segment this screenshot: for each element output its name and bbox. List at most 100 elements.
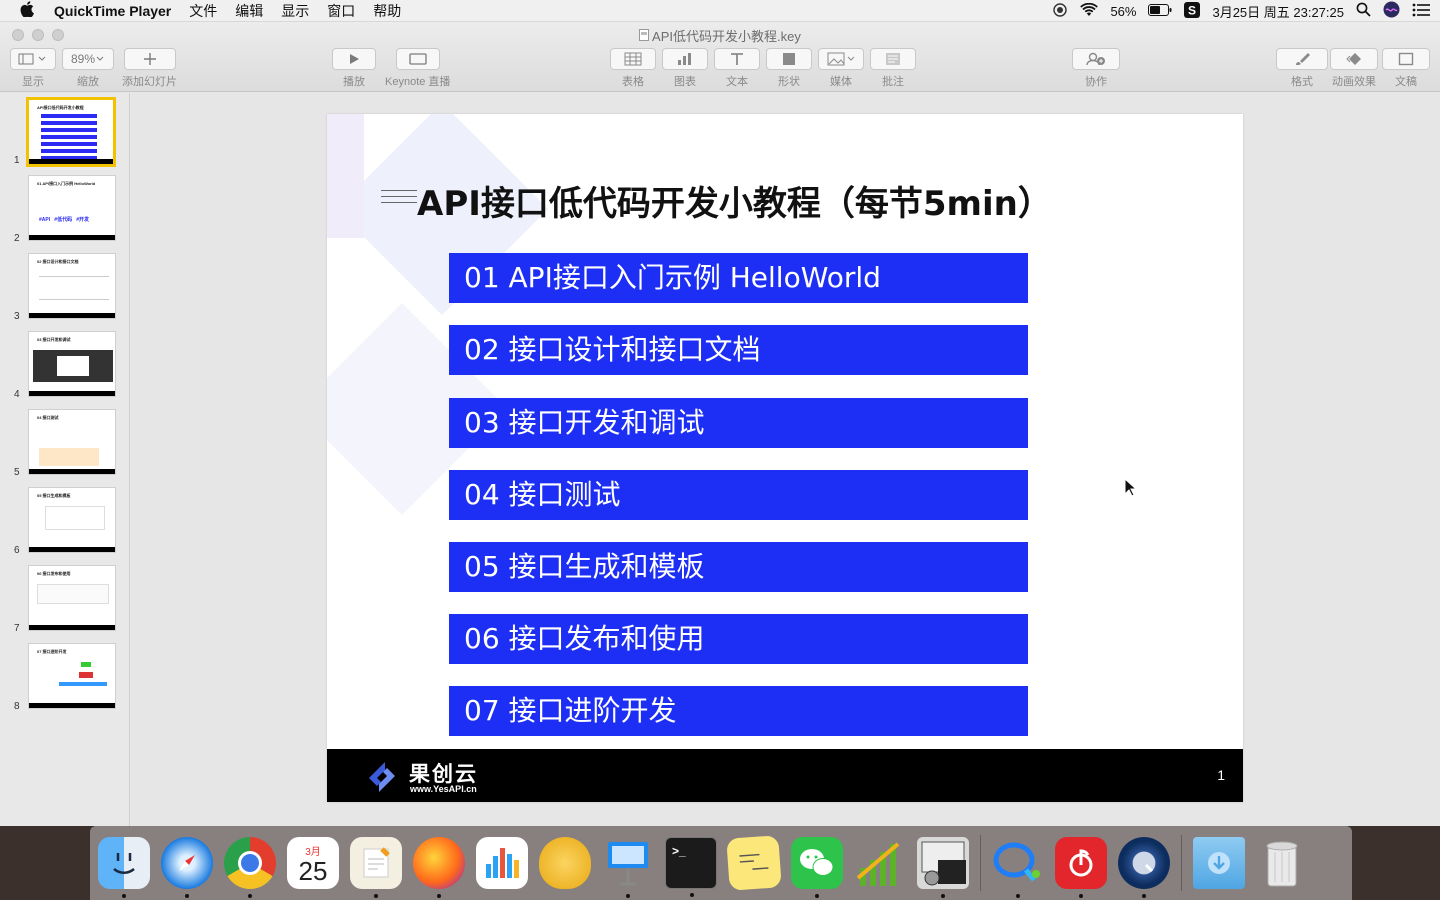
thumbnail-node — [79, 672, 93, 678]
format-tool[interactable]: 格式 — [1276, 48, 1328, 89]
slide-thumbnail-7[interactable]: 06 接口发布和使用 — [28, 565, 116, 631]
thumbnail-footer — [29, 159, 113, 164]
finder-icon[interactable] — [98, 837, 150, 898]
firefox-icon[interactable] — [413, 837, 465, 898]
stickies-icon[interactable] — [726, 835, 782, 891]
chat-bubbles-icon[interactable] — [992, 837, 1044, 898]
dock: 3月 25 >_ — [90, 826, 1352, 900]
text-tool[interactable]: 文本 — [714, 48, 760, 89]
menu-help[interactable]: 帮助 — [373, 1, 401, 21]
record-status-icon[interactable] — [1052, 2, 1068, 21]
chrome-icon[interactable] — [224, 837, 276, 898]
slide-title[interactable]: API接口低代码开发小教程（每节5min） — [417, 176, 1052, 225]
slide-1[interactable]: API接口低代码开发小教程（每节5min） 01 API接口入门示例 Hello… — [327, 114, 1243, 802]
format-button[interactable] — [1276, 48, 1328, 70]
keynote-live-tool[interactable]: Keynote 直播 — [385, 48, 450, 89]
collaborate-button[interactable] — [1072, 48, 1120, 70]
lesson-item-05[interactable]: 05 接口生成和模板 — [449, 542, 1028, 592]
media-button[interactable] — [818, 48, 864, 70]
menu-file[interactable]: 文件 — [189, 1, 217, 21]
menu-edit[interactable]: 编辑 — [235, 1, 263, 21]
thumbnail-form — [45, 506, 105, 530]
add-slide-button[interactable] — [123, 48, 176, 70]
slide-thumbnail-8[interactable]: 07 接口进阶开发 — [28, 643, 116, 709]
animate-tool[interactable]: 动画效果 — [1330, 48, 1378, 89]
thumbnail-footer — [29, 547, 115, 552]
thumbnail-title: 07 接口进阶开发 — [37, 649, 67, 654]
slide-thumbnail-6[interactable]: 05 接口生成和模板 — [28, 487, 116, 553]
numbers-icon[interactable] — [476, 837, 528, 889]
slide-thumbnail-5[interactable]: 04 接口测试 — [28, 409, 116, 475]
document-button[interactable] — [1382, 48, 1430, 70]
thumbnail-title: 05 接口生成和模板 — [37, 493, 71, 498]
battery-percent[interactable]: 56% — [1110, 4, 1136, 19]
play-button[interactable] — [332, 48, 376, 70]
slide-thumbnail-2[interactable]: 01 API接口入门示例 HelloWorld #API #低代码 #开发 — [28, 175, 116, 241]
view-button[interactable] — [10, 48, 56, 70]
text-button[interactable] — [714, 48, 760, 70]
slide-number-1: 1 — [14, 155, 20, 166]
menu-window[interactable]: 窗口 — [327, 1, 355, 21]
thumbnail-bar — [41, 114, 97, 118]
menu-view[interactable]: 显示 — [281, 1, 309, 21]
zoom-tool[interactable]: 89% 缩放 — [62, 48, 114, 89]
thumbnail-title: 02 接口设计和接口文档 — [37, 259, 79, 264]
chart-button[interactable] — [662, 48, 708, 70]
app-name-menu[interactable]: QuickTime Player — [54, 3, 171, 19]
pages-icon[interactable] — [350, 837, 402, 898]
downloads-folder-icon[interactable] — [1193, 837, 1245, 889]
slide-number-8: 8 — [14, 701, 20, 712]
notification-center-icon[interactable] — [1412, 3, 1430, 20]
shape-tool[interactable]: 形状 — [766, 48, 812, 89]
thumbnail-bar — [41, 128, 97, 132]
terminal-icon[interactable]: >_ — [665, 837, 717, 897]
screen-capture-icon[interactable] — [917, 837, 969, 898]
wifi-icon[interactable] — [1080, 2, 1099, 20]
lesson-item-02[interactable]: 02 接口设计和接口文档 — [449, 325, 1028, 375]
media-tool[interactable]: 媒体 — [818, 48, 864, 89]
lesson-item-03[interactable]: 03 接口开发和调试 — [449, 398, 1028, 448]
siri-icon[interactable] — [1383, 1, 1400, 21]
lesson-item-01[interactable]: 01 API接口入门示例 HelloWorld — [449, 253, 1028, 303]
collaborate-tool[interactable]: 协作 — [1072, 48, 1120, 89]
table-button[interactable] — [610, 48, 656, 70]
clock-datetime[interactable]: 3月25日 周五 23:27:25 — [1212, 2, 1344, 21]
dock-separator — [980, 835, 981, 891]
trash-icon[interactable] — [1256, 837, 1308, 889]
lesson-item-04[interactable]: 04 接口测试 — [449, 470, 1028, 520]
netease-music-icon[interactable] — [1055, 837, 1107, 898]
view-tool[interactable]: 显示 — [10, 48, 56, 89]
quicktime-icon[interactable] — [1118, 837, 1170, 898]
lesson-item-07[interactable]: 07 接口进阶开发 — [449, 686, 1028, 736]
keynote-live-button[interactable] — [395, 48, 440, 70]
play-tool[interactable]: 播放 — [332, 48, 376, 89]
battery-icon[interactable] — [1148, 3, 1172, 19]
zoom-select[interactable]: 89% — [62, 48, 114, 70]
lesson-item-06[interactable]: 06 接口发布和使用 — [449, 614, 1028, 664]
shape-button[interactable] — [766, 48, 812, 70]
chart-tool[interactable]: 图表 — [662, 48, 708, 89]
toolbar: API低代码开发小教程.key 显示 89% 缩放 添加幻灯片 播放 Keyno… — [0, 22, 1440, 92]
slide-thumbnail-3[interactable]: 02 接口设计和接口文档 — [28, 253, 116, 319]
document-tool[interactable]: 文稿 — [1382, 48, 1430, 89]
yellow-app-icon[interactable] — [539, 837, 591, 889]
keynote-icon[interactable] — [602, 837, 654, 898]
animate-button[interactable] — [1330, 48, 1378, 70]
wechat-icon[interactable] — [791, 837, 843, 898]
table-tool[interactable]: 表格 — [610, 48, 656, 89]
input-method-icon[interactable]: S — [1184, 1, 1201, 21]
safari-icon[interactable] — [161, 837, 213, 898]
add-slide-tool[interactable]: 添加幻灯片 — [122, 48, 177, 89]
thumbnail-title: API接口低代码开发小教程 — [37, 105, 84, 110]
comment-tool[interactable]: 批注 — [870, 48, 916, 89]
keynote-file-icon — [639, 29, 652, 44]
apple-menu-icon[interactable] — [20, 0, 40, 21]
animate-diamond-icon — [1346, 53, 1361, 65]
comment-button[interactable] — [870, 48, 916, 70]
spotlight-search-icon[interactable] — [1356, 2, 1371, 20]
growth-chart-app-icon[interactable] — [854, 837, 906, 889]
slide-thumbnail-1[interactable]: API接口低代码开发小教程 — [26, 97, 116, 167]
calendar-icon[interactable]: 3月 25 — [287, 837, 339, 889]
slide-thumbnail-4[interactable]: 03 接口开发和调试 — [28, 331, 116, 397]
thumbnail-title: 03 接口开发和调试 — [37, 337, 71, 342]
